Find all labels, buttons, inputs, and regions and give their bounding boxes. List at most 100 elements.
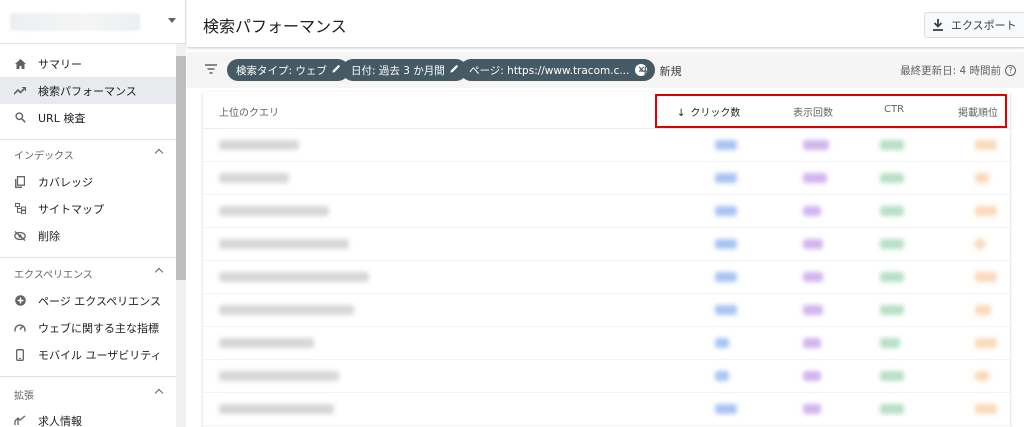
redacted-clicks: [715, 272, 737, 282]
table-row[interactable]: [203, 261, 1010, 294]
redacted-query: [219, 371, 339, 381]
redacted-clicks: [715, 404, 737, 414]
redacted-ctr: [880, 305, 904, 315]
column-header-query[interactable]: 上位のクエリ: [219, 104, 279, 119]
redacted-ctr: [880, 239, 904, 249]
redacted-ctr: [880, 404, 904, 414]
filter-chip-date[interactable]: 日付: 過去 3 か月間: [342, 59, 467, 81]
redacted-impressions: [803, 239, 823, 249]
sidebar-item-jobs[interactable]: 求人情報: [0, 407, 176, 427]
section-index[interactable]: インデックス: [0, 141, 176, 167]
redacted-position: [975, 173, 989, 183]
redacted-impressions: [803, 173, 827, 183]
redacted-query: [219, 404, 334, 414]
sidebar-item-core-web-vitals[interactable]: ウェブに関する主な指標: [0, 314, 176, 341]
sidebar-item-label: サイトマップ: [38, 202, 104, 216]
redacted-query: [219, 305, 354, 315]
help-icon[interactable]: ?: [1005, 65, 1016, 76]
chip-label: ページ: https://www.tracom.c...: [469, 64, 630, 77]
redacted-impressions: [803, 140, 829, 150]
export-button[interactable]: エクスポート: [924, 12, 1024, 38]
sidebar-item-label: 検索パフォーマンス: [38, 84, 137, 98]
redacted-impressions: [803, 305, 823, 315]
redacted-impressions: [803, 338, 821, 348]
page-title: 検索パフォーマンス: [203, 17, 347, 36]
add-filter-label: 新規: [659, 65, 682, 78]
sidebar-item-label: 求人情報: [38, 414, 82, 427]
redacted-impressions: [803, 206, 821, 216]
sidebar-item-url-inspection[interactable]: URL 検査: [0, 104, 176, 131]
table-row[interactable]: [203, 294, 1010, 327]
sidebar-item-label: カバレッジ: [38, 175, 93, 189]
sitemap-icon: [14, 203, 26, 215]
filter-bar: 検索タイプ: ウェブ 日付: 過去 3 か月間 ページ: https://www…: [187, 52, 1024, 88]
property-selector[interactable]: [0, 0, 186, 44]
redacted-clicks: [715, 206, 737, 216]
table-row[interactable]: [203, 360, 1010, 393]
plus-icon: +: [639, 62, 652, 80]
chip-label: 日付: 過去 3 か月間: [351, 64, 445, 77]
sidebar-item-performance[interactable]: 検索パフォーマンス: [0, 77, 176, 104]
redacted-query: [219, 173, 289, 183]
chevron-up-icon: [154, 148, 164, 158]
table-row[interactable]: [203, 327, 1010, 360]
dropdown-caret-icon: [168, 18, 176, 23]
sidebar-scrollbar[interactable]: [176, 56, 186, 280]
redacted-query: [219, 239, 349, 249]
redacted-clicks: [715, 305, 737, 315]
filter-chip-search-type[interactable]: 検索タイプ: ウェブ: [227, 59, 349, 81]
add-filter-button[interactable]: + 新規: [639, 62, 682, 80]
sidebar-item-label: URL 検査: [38, 111, 86, 125]
section-title: エクスペリエンス: [14, 269, 93, 281]
coverage-icon: [14, 175, 26, 188]
redacted-impressions: [803, 371, 821, 381]
sidebar-item-coverage[interactable]: カバレッジ: [0, 168, 176, 195]
redacted-position: [975, 371, 989, 381]
sidebar-item-removals[interactable]: 削除: [0, 222, 176, 249]
table-row[interactable]: [203, 228, 1010, 261]
redacted-position: [975, 338, 997, 348]
redacted-clicks: [715, 173, 737, 183]
redacted-query: [219, 338, 314, 348]
search-icon: [14, 112, 26, 124]
trending-up-icon: [14, 85, 26, 97]
table-row[interactable]: [203, 393, 1010, 426]
redacted-ctr: [880, 371, 904, 381]
last-updated: 最終更新日: 4 時間前 ?: [900, 63, 1016, 78]
export-label: エクスポート: [951, 19, 1017, 32]
plus-circle-icon: [14, 295, 26, 307]
filter-icon[interactable]: [205, 64, 217, 74]
redacted-position: [975, 239, 985, 249]
edit-icon[interactable]: [450, 64, 459, 76]
sidebar-item-page-experience[interactable]: ページ エクスペリエンス: [0, 287, 176, 314]
chevron-up-icon: [154, 267, 164, 277]
edit-icon[interactable]: [332, 64, 341, 76]
redacted-ctr: [880, 140, 904, 150]
section-title: 拡張: [14, 390, 34, 402]
redacted-position: [975, 272, 997, 282]
table-row[interactable]: [203, 195, 1010, 228]
redacted-impressions: [803, 404, 821, 414]
filter-chip-page[interactable]: ページ: https://www.tracom.c... ×: [460, 59, 656, 81]
divider: [0, 257, 176, 258]
redacted-clicks: [715, 338, 729, 348]
redacted-clicks: [715, 239, 737, 249]
redacted-position: [975, 404, 997, 414]
sidebar-item-summary[interactable]: サマリー: [0, 50, 176, 77]
divider: [0, 376, 176, 377]
redacted-position: [975, 305, 991, 315]
divider: [0, 139, 176, 140]
visibility-off-icon: [14, 230, 26, 242]
redacted-ctr: [880, 173, 904, 183]
sidebar-item-sitemaps[interactable]: サイトマップ: [0, 195, 176, 222]
table-row[interactable]: [203, 129, 1010, 162]
redacted-impressions: [803, 272, 823, 282]
table-row[interactable]: [203, 162, 1010, 195]
redacted-ctr: [880, 272, 904, 282]
sidebar-item-mobile-usability[interactable]: モバイル ユーザビリティ: [0, 341, 176, 368]
redacted-ctr: [880, 338, 900, 348]
chip-label: 検索タイプ: ウェブ: [236, 64, 327, 77]
section-enhancements[interactable]: 拡張: [0, 381, 176, 407]
queries-table: 上位のクエリ ↓ クリック数 表示回数 CTR 掲載順位: [203, 92, 1010, 427]
section-experience[interactable]: エクスペリエンス: [0, 260, 176, 286]
